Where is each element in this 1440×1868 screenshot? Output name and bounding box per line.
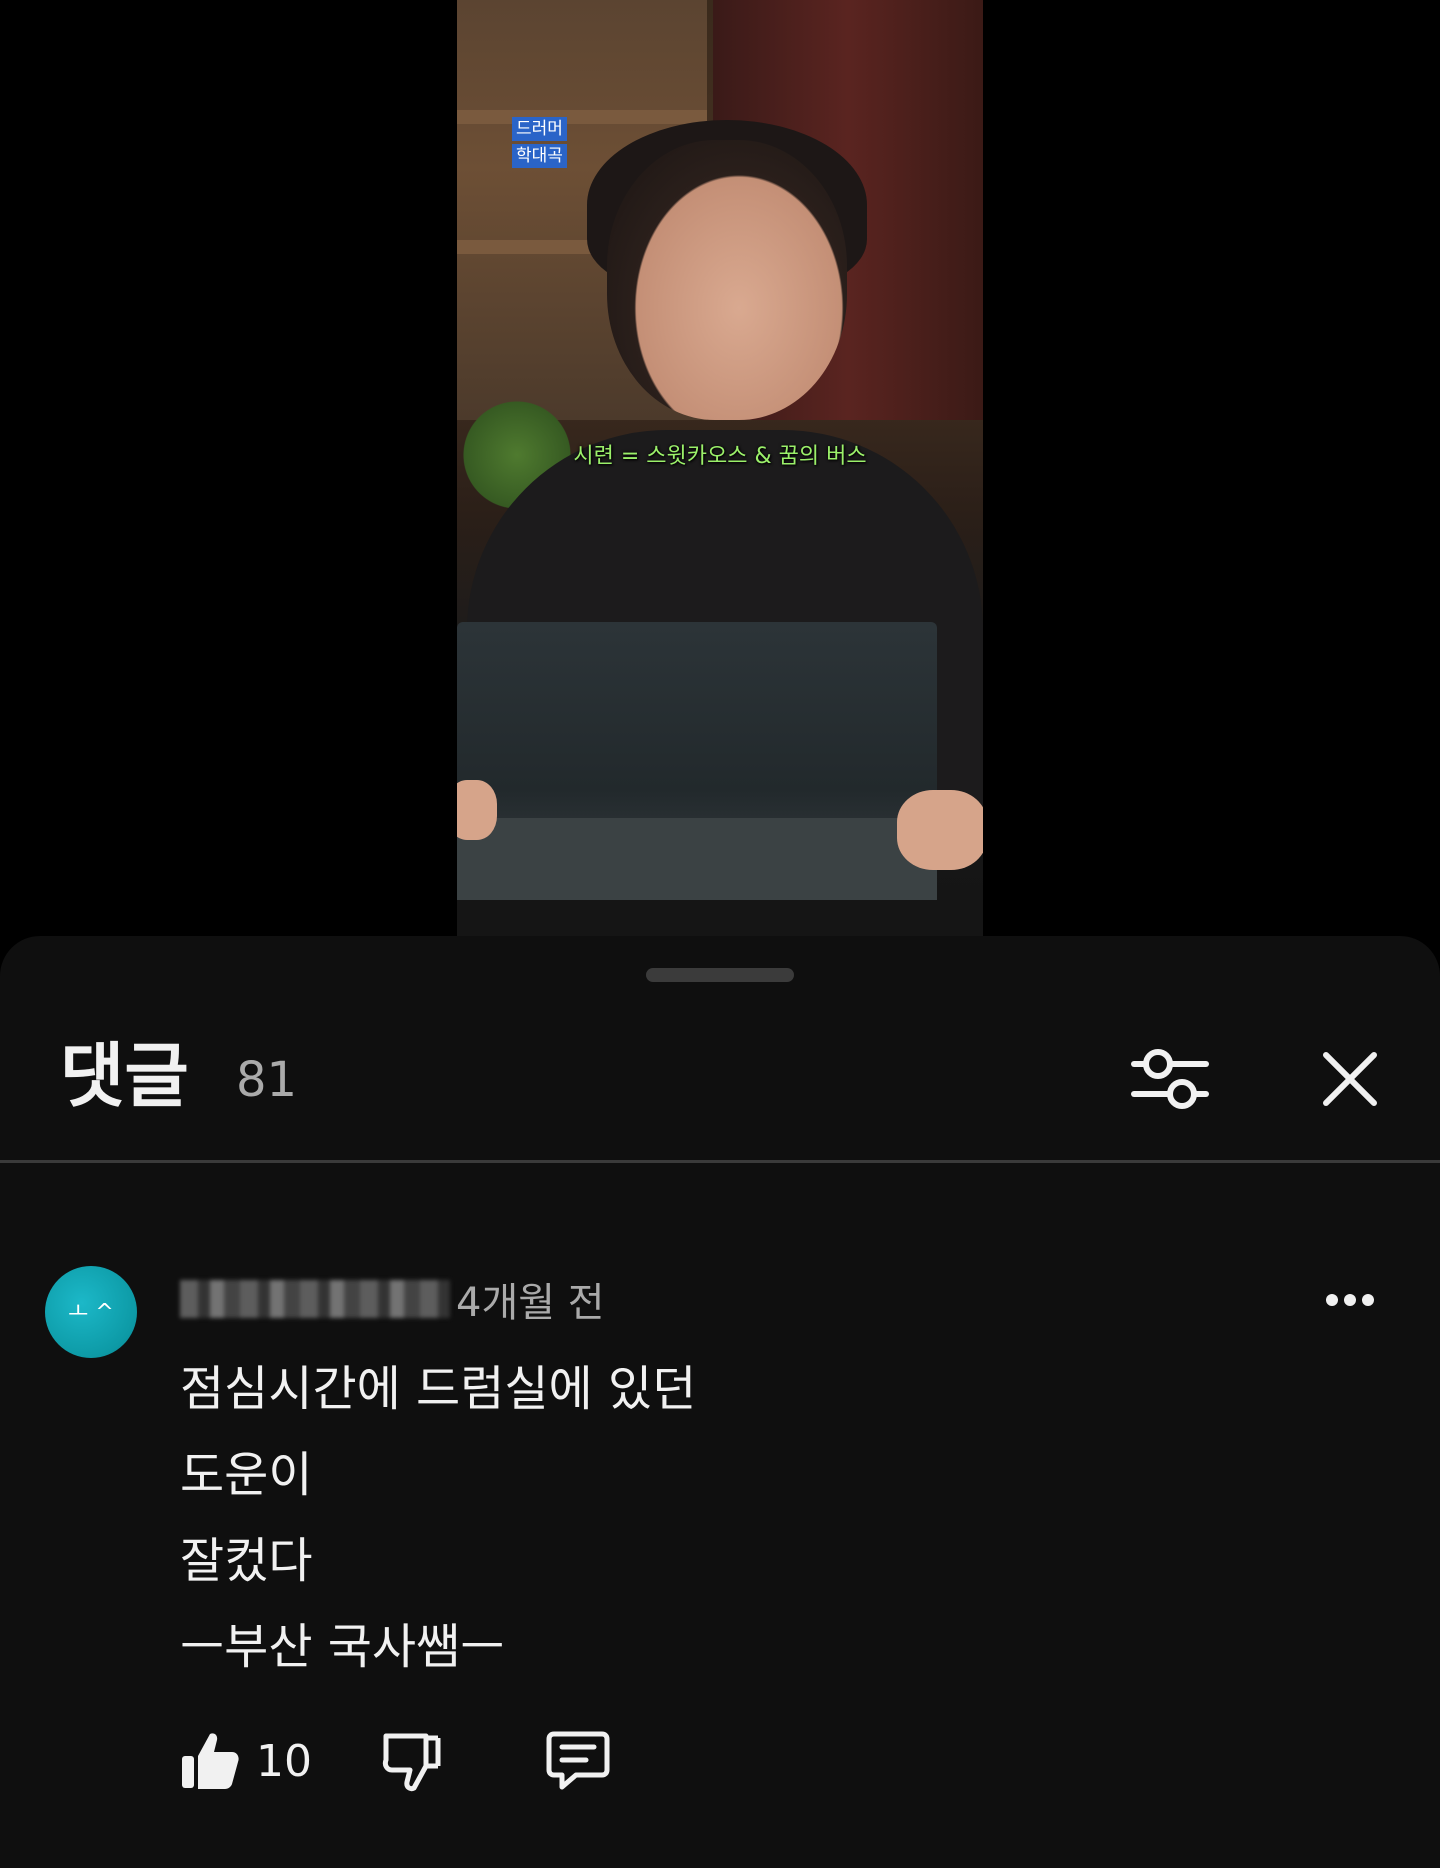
comment-item: ㅗ ^ 4개월 전 점심시간에 드럼실에 있던 도운이 잘컸다 ㅡ부산 국사쌤ㅡ [0,1266,1440,1826]
comments-count: 81 [236,1052,298,1108]
avatar[interactable]: ㅗ ^ [45,1266,137,1358]
thumbs-down-icon [382,1733,441,1792]
like-count: 10 [256,1735,312,1787]
comment-line: 잘컸다 [180,1533,313,1589]
comment-time: 4개월 전 [456,1280,605,1326]
comment-more-button[interactable] [1305,1270,1395,1330]
like-button[interactable]: 10 [180,1726,312,1796]
avatar-initial: ㅗ ^ [68,1300,114,1325]
comment-line: 점심시간에 드럼실에 있던 [180,1361,697,1417]
comments-header: 댓글 81 [0,1016,1440,1136]
comment-line: ㅡ부산 국사쌤ㅡ [180,1619,505,1675]
comment-line: 도운이 [180,1447,313,1503]
person-face [607,140,847,420]
comment-reply-icon [546,1731,610,1790]
video-tag: 드러머 [512,117,567,141]
video-tag: 학대곡 [512,144,567,168]
shelf-board [457,110,707,124]
sort-filter-button[interactable] [1125,1034,1215,1124]
close-icon [1323,1052,1377,1106]
video-player[interactable]: 드러머 학대곡 시련 = 스윗카오스 & 꿈의 버스 [0,0,1440,960]
sliders-icon [1131,1049,1209,1109]
tablet-cover [457,818,937,908]
comment-meta: 4개월 전 [180,1274,605,1326]
hand-right [897,790,983,870]
video-frame[interactable]: 드러머 학대곡 시련 = 스윗카오스 & 꿈의 버스 [457,0,983,936]
comment-actions: 10 [180,1726,610,1796]
video-caption: 시련 = 스윗카오스 & 꿈의 버스 [573,444,867,469]
header-divider [0,1160,1440,1163]
comment-text: 점심시간에 드럼실에 있던 도운이 잘컸다 ㅡ부산 국사쌤ㅡ [180,1346,696,1690]
hand-left [457,780,497,840]
author-name[interactable] [180,1280,450,1318]
table [457,900,983,936]
comments-title: 댓글 [60,1035,189,1117]
reply-button[interactable] [546,1726,610,1796]
close-button[interactable] [1305,1034,1395,1124]
drag-handle[interactable] [646,968,794,982]
more-horizontal-icon [1326,1294,1374,1306]
comments-sheet: 댓글 81 ㅗ ^ 4개월 전 점심시간에 드럼실에 있던 도운이 잘컸다 ㅡ부… [0,936,1440,1868]
thumbs-up-icon [182,1733,239,1789]
dislike-button[interactable] [382,1726,442,1796]
